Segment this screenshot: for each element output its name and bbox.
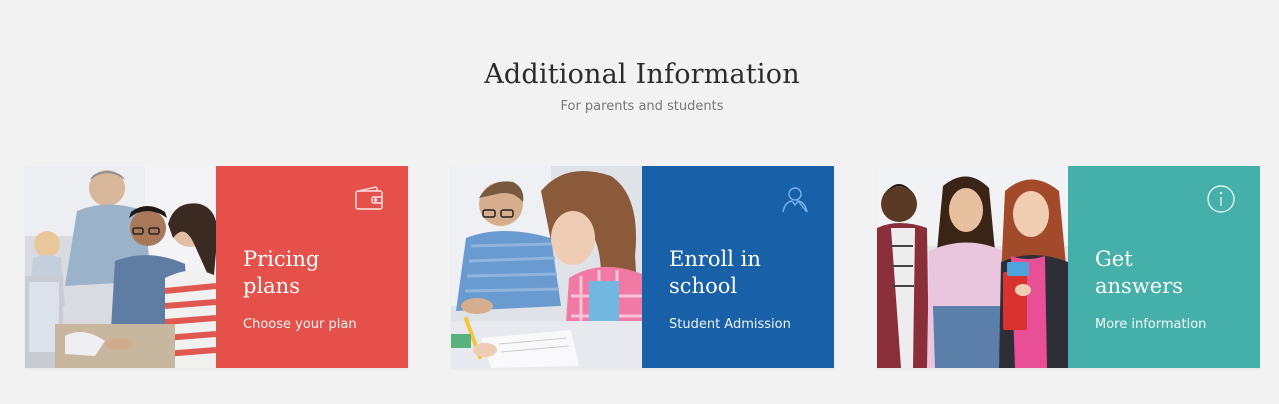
- card-panel-pricing: Pricing plans Choose your plan: [216, 166, 408, 368]
- more-information-link[interactable]: More information: [1095, 316, 1206, 334]
- user-icon: [780, 184, 810, 214]
- card-title: Pricing plans: [243, 246, 393, 300]
- card-photo-classroom: [25, 166, 216, 368]
- card-photo-students-writing: [451, 166, 642, 368]
- info-icon: [1206, 184, 1236, 214]
- card-title: Enroll in school: [669, 246, 819, 300]
- section-title: Additional Information: [484, 59, 800, 90]
- choose-plan-link[interactable]: Choose your plan: [243, 316, 357, 334]
- card-title-line: answers: [1095, 274, 1184, 298]
- card-title-line: Pricing: [243, 247, 320, 271]
- card-panel-answers: Get answers More information: [1068, 166, 1260, 368]
- student-admission-link[interactable]: Student Admission: [669, 316, 791, 334]
- card-panel-enroll: Enroll in school Student Admission: [642, 166, 834, 368]
- card-get-answers[interactable]: Get answers More information: [877, 166, 1260, 368]
- card-photo-smiling-students: [877, 166, 1068, 368]
- card-pricing-plans[interactable]: Pricing plans Choose your plan: [25, 166, 408, 368]
- card-title-line: Enroll in: [669, 247, 761, 271]
- section-subtitle: For parents and students: [560, 99, 724, 114]
- card-title-line: plans: [243, 274, 300, 298]
- card-enroll-school[interactable]: Enroll in school Student Admission: [451, 166, 834, 368]
- card-title-line: Get: [1095, 247, 1133, 271]
- card-title: Get answers: [1095, 246, 1245, 300]
- wallet-icon: [354, 184, 384, 214]
- card-title-line: school: [669, 274, 738, 298]
